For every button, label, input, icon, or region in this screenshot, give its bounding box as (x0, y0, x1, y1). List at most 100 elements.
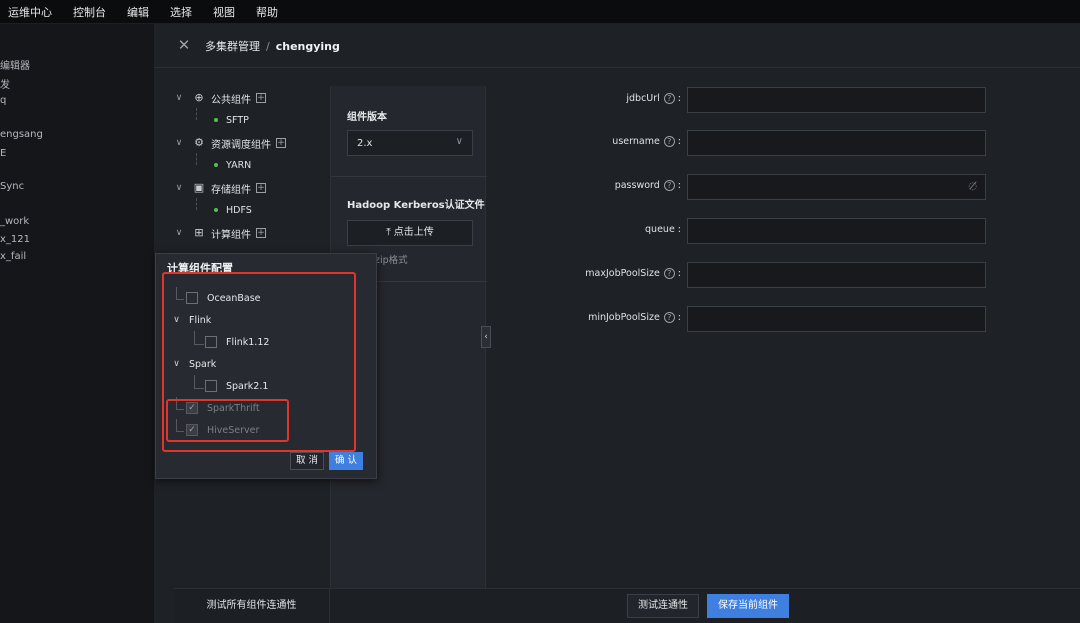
plus-square-icon[interactable]: + (276, 138, 286, 148)
form-row-queue: queue: (494, 218, 986, 244)
field-label: maxJobPoolSize?: (585, 268, 681, 279)
colon: : (677, 136, 681, 147)
colon: : (677, 268, 681, 279)
field-label-text: password (614, 180, 660, 191)
tree-group-label: 资源调度组件 (211, 139, 271, 151)
version-select-value: 2.x (357, 138, 373, 149)
breadcrumb-parent[interactable]: 多集群管理 (205, 40, 260, 53)
sidebar-fragment[interactable]: Sync (0, 181, 24, 192)
sidebar-fragment[interactable]: E (0, 148, 6, 159)
tree-connector (196, 153, 197, 165)
menu-view[interactable]: 视图 (213, 4, 235, 20)
colon: : (677, 180, 681, 191)
tree-leaf-hdfs[interactable]: HDFS (214, 203, 252, 217)
plus-square-icon[interactable]: + (256, 228, 266, 238)
chevron-down-icon[interactable]: ∨ (174, 138, 184, 148)
annotation-box-inner (166, 399, 289, 442)
save-component-button[interactable]: 保存当前组件 (707, 594, 789, 618)
calculator-icon: ⊞ (194, 226, 204, 239)
tree-group-compute[interactable]: ∨ ⊞ 计算组件 + (174, 225, 266, 241)
status-dot (214, 208, 218, 212)
password-input[interactable]: ◌̸ (687, 174, 986, 200)
field-label: minJobPoolSize?: (588, 312, 681, 323)
popover-confirm-button[interactable]: 确 认 (329, 452, 363, 470)
tree-group-label: 计算组件 (211, 229, 251, 241)
chevron-down-icon[interactable]: ∨ (174, 93, 184, 103)
tree-leaf-label: YARN (226, 159, 252, 171)
question-circle-icon[interactable]: ? (663, 93, 675, 104)
chevron-down-icon[interactable]: ∨ (174, 183, 184, 193)
menu-edit[interactable]: 编辑 (127, 4, 149, 20)
close-icon[interactable]: ✕ (176, 37, 192, 53)
upload-label: 点击上传 (393, 227, 434, 238)
menu-help[interactable]: 帮助 (256, 4, 278, 20)
test-connectivity-label: 测试连通性 (638, 600, 688, 611)
jdbcurl-input[interactable] (687, 87, 986, 113)
tree-leaf-sftp[interactable]: SFTP (214, 113, 249, 127)
tree-leaf-label: SFTP (226, 114, 249, 126)
plus-square-icon[interactable]: + (256, 93, 266, 103)
tree-group-storage[interactable]: ∨ ▣ 存储组件 + (174, 180, 266, 196)
sidebar-fragment[interactable]: q (0, 95, 6, 106)
kerberos-title: Hadoop Kerberos认证文件 (347, 200, 485, 211)
question-circle-icon[interactable]: ? (663, 268, 675, 279)
cluster-icon: ⚙ (194, 136, 204, 149)
plus-square-icon[interactable]: + (256, 183, 266, 193)
version-title: 组件版本 (347, 112, 387, 123)
sidebar-fragment[interactable]: 编辑器 (0, 57, 30, 72)
test-connectivity-button[interactable]: 测试连通性 (627, 594, 699, 618)
username-input[interactable] (687, 130, 986, 156)
colon: : (677, 93, 681, 104)
chevron-down-icon: ∨ (455, 136, 463, 147)
field-label-text: minJobPoolSize (588, 312, 660, 323)
question-circle-icon[interactable]: ? (663, 180, 675, 191)
tree-connector (196, 108, 197, 120)
sidebar-fragment[interactable]: _work (0, 216, 29, 227)
version-select[interactable]: 2.x ∨ (347, 130, 473, 156)
confirm-label: 确 认 (334, 455, 358, 466)
upload-icon: ⤒ (386, 227, 394, 238)
chevron-down-icon[interactable]: ∨ (174, 228, 184, 238)
chevron-left-icon: ‹ (484, 332, 488, 342)
divider (331, 176, 487, 177)
background-sidebar: 编辑器 发 q engsang E Sync _work x_121 x_fai… (0, 24, 154, 623)
form-row-minjobpoolsize: minJobPoolSize?: (494, 306, 986, 332)
tree-leaf-label: HDFS (226, 204, 252, 216)
collapse-panel-button[interactable]: ‹ (481, 326, 491, 348)
menu-ops-center[interactable]: 运维中心 (8, 4, 52, 20)
field-label-text: queue (645, 224, 675, 235)
field-label: username?: (612, 136, 681, 147)
tree-leaf-yarn[interactable]: YARN (214, 158, 251, 172)
sidebar-fragment[interactable]: engsang (0, 129, 43, 140)
tree-group-resource[interactable]: ∨ ⚙ 资源调度组件 + (174, 135, 286, 151)
cancel-label: 取 消 (295, 455, 319, 466)
queue-input[interactable] (687, 218, 986, 244)
popover-cancel-button[interactable]: 取 消 (290, 452, 324, 470)
field-label-text: username (612, 136, 660, 147)
tree-group-label: 公共组件 (211, 94, 251, 106)
maxjobpoolsize-input[interactable] (687, 262, 986, 288)
test-all-label: 测试所有组件连通性 (206, 600, 297, 611)
colon: : (677, 312, 681, 323)
sidebar-fragment[interactable]: x_fail (0, 251, 26, 262)
question-circle-icon[interactable]: ? (663, 312, 675, 323)
field-label: password?: (615, 180, 681, 191)
eye-invisible-icon[interactable]: ◌̸ (968, 181, 977, 192)
tree-group-label: 存储组件 (211, 184, 251, 196)
upload-button[interactable]: ⤒ 点击上传 (347, 220, 473, 246)
sidebar-fragment[interactable]: 发 (0, 76, 10, 91)
field-label-text: maxJobPoolSize (585, 268, 660, 279)
minjobpoolsize-input[interactable] (687, 306, 986, 332)
status-dot (214, 163, 218, 167)
status-dot (214, 118, 218, 122)
form-row-username: username?: (494, 130, 986, 156)
tree-group-public[interactable]: ∨ ⊕ 公共组件 + (174, 90, 266, 106)
question-circle-icon[interactable]: ? (663, 136, 675, 147)
top-menubar: 运维中心 控制台 编辑 选择 视图 帮助 (0, 0, 1080, 24)
globe-icon: ⊕ (194, 91, 204, 104)
sidebar-fragment[interactable]: x_121 (0, 234, 30, 245)
save-icon: ▣ (193, 181, 205, 194)
menu-console[interactable]: 控制台 (73, 4, 106, 20)
menu-select[interactable]: 选择 (170, 4, 192, 20)
test-all-connectivity-button[interactable]: 测试所有组件连通性 (174, 589, 330, 623)
